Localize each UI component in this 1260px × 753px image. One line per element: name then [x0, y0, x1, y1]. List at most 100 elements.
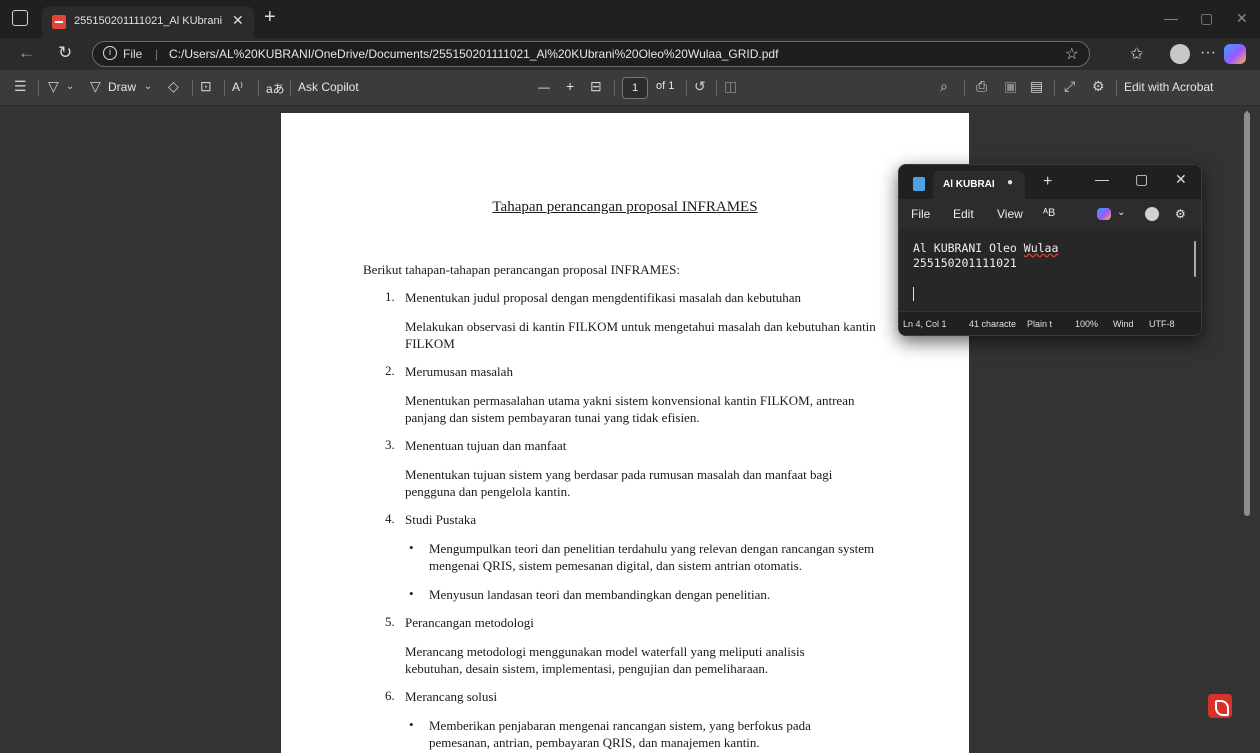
- notepad-text-editor[interactable]: Al KUBRANI Oleo Wulaa 255150201111021: [899, 229, 1201, 311]
- step-title: Merancang solusi: [405, 689, 498, 704]
- refresh-icon[interactable]: ↻: [58, 43, 72, 63]
- favorites-icon[interactable]: ✩: [1130, 44, 1143, 64]
- step-body: Merancang metodologi menggunakan model w…: [405, 644, 805, 676]
- step-title: Studi Pustaka: [405, 512, 477, 527]
- browser-tab-active[interactable]: 255150201111021_Al KUbrani Ole ✕: [42, 6, 254, 38]
- chevron-down-icon[interactable]: ⌄: [1117, 207, 1125, 218]
- contents-icon[interactable]: ☰: [14, 78, 27, 95]
- bullet-marker: •: [409, 540, 414, 555]
- toolbar-divider: [192, 80, 193, 96]
- pdf-file-icon: [52, 15, 66, 29]
- menu-view[interactable]: View: [997, 207, 1023, 221]
- close-window-button[interactable]: ✕: [1236, 10, 1248, 27]
- notepad-settings-gear-icon[interactable]: ⚙: [1175, 207, 1186, 221]
- translate-icon[interactable]: aあ: [266, 80, 285, 97]
- notepad-window[interactable]: Al KUBRAI ● + — ▢ ✕ File Edit View ᴬB ⌄ …: [898, 164, 1202, 336]
- cursor-position: Ln 4, Col 1: [903, 319, 947, 329]
- page-total-label: of 1: [656, 80, 675, 92]
- read-aloud-button[interactable]: A⁾: [232, 80, 243, 94]
- erase-icon[interactable]: ◇: [168, 78, 179, 95]
- bullet-marker: •: [409, 717, 414, 732]
- draw-button[interactable]: Draw: [108, 80, 136, 94]
- draw-icon[interactable]: ▽: [90, 78, 101, 95]
- step-number: 3.: [385, 437, 395, 452]
- tab-actions-icon[interactable]: [12, 10, 28, 26]
- toolbar-divider: [258, 80, 259, 96]
- toolbar-divider: [1116, 80, 1117, 96]
- step-title: Menentukan judul proposal dengan mengden…: [405, 290, 802, 305]
- toolbar-divider: [716, 80, 717, 96]
- maximize-window-button[interactable]: ▢: [1200, 10, 1213, 27]
- text-format-label: Plain t: [1027, 319, 1053, 329]
- close-tab-icon[interactable]: ✕: [232, 12, 244, 29]
- step-number: 1.: [385, 289, 395, 304]
- notepad-new-tab-button[interactable]: +: [1043, 173, 1052, 191]
- spellcheck-word: Wulaa: [1023, 241, 1059, 255]
- toolbar-divider: [614, 80, 615, 96]
- zoom-level[interactable]: 100%: [1075, 319, 1098, 329]
- url-text[interactable]: C:/Users/AL%20KUBRANI/OneDrive/Documents…: [169, 47, 778, 61]
- vertical-scrollbar[interactable]: [1244, 112, 1250, 516]
- copilot-icon[interactable]: [1224, 44, 1246, 64]
- ask-copilot-button[interactable]: Ask Copilot: [298, 80, 359, 94]
- url-separator: |: [155, 47, 159, 61]
- step-body: Melakukan observasi di kantin FILKOM unt…: [405, 319, 876, 351]
- rotate-icon[interactable]: ↺: [694, 78, 706, 95]
- step-body: Menentukan permasalahan utama yakni sist…: [405, 393, 855, 425]
- page-view-icon[interactable]: ◫: [724, 78, 737, 95]
- menu-edit[interactable]: Edit: [953, 207, 974, 221]
- adobe-acrobat-icon[interactable]: [1208, 694, 1232, 718]
- notepad-maximize-button[interactable]: ▢: [1135, 171, 1148, 188]
- toolbar-divider: [224, 80, 225, 96]
- address-bar[interactable]: i File | C:/Users/AL%20KUBRANI/OneDrive/…: [92, 41, 1090, 67]
- document-intro: Berikut tahapan-tahapan perancangan prop…: [363, 262, 680, 277]
- editor-line-2: 255150201111021: [913, 256, 1017, 270]
- print-icon[interactable]: ⎙: [976, 78, 987, 95]
- toolbar-divider: [964, 80, 965, 96]
- chevron-down-icon[interactable]: ⌄: [144, 81, 152, 92]
- editor-scrollbar[interactable]: [1194, 241, 1196, 277]
- notepad-close-button[interactable]: ✕: [1175, 171, 1187, 188]
- save-icon[interactable]: ▣: [1004, 78, 1017, 95]
- minimize-window-button[interactable]: —: [1164, 10, 1178, 26]
- site-info-icon[interactable]: i: [103, 46, 117, 60]
- zoom-out-button[interactable]: —: [538, 80, 550, 94]
- toolbar-divider: [1054, 80, 1055, 96]
- settings-gear-icon[interactable]: ⚙: [1092, 78, 1105, 95]
- toolbar-divider: [38, 80, 39, 96]
- search-icon[interactable]: ⌕: [940, 78, 948, 95]
- page-number-input[interactable]: 1: [622, 77, 648, 99]
- step-title: Menentuan tujuan dan manfaat: [405, 438, 567, 453]
- step-number: 4.: [385, 511, 395, 526]
- zoom-in-button[interactable]: +: [566, 78, 574, 94]
- step-title: Perancangan metodologi: [405, 615, 534, 630]
- chevron-down-icon[interactable]: ⌄: [66, 81, 74, 92]
- notepad-copilot-icon[interactable]: [1097, 208, 1111, 220]
- notepad-tab[interactable]: Al KUBRAI ●: [933, 171, 1025, 199]
- notepad-app-icon: [913, 177, 925, 191]
- favorite-star-icon[interactable]: ☆: [1065, 44, 1079, 64]
- bullet-text: Mengumpulkan teori dan penelitian terdah…: [429, 541, 875, 573]
- back-arrow-icon[interactable]: ←: [18, 43, 35, 63]
- bullet-text: Memberikan penjabaran mengenai rancangan…: [429, 718, 811, 750]
- highlight-icon[interactable]: ▽: [48, 78, 59, 95]
- save-as-icon[interactable]: ▤: [1030, 78, 1043, 95]
- notepad-minimize-button[interactable]: —: [1095, 171, 1109, 187]
- profile-avatar[interactable]: [1170, 44, 1190, 64]
- notepad-tab-title: Al KUBRAI: [943, 179, 995, 190]
- unsaved-dot-icon[interactable]: ●: [1007, 177, 1013, 188]
- pdf-page: Tahapan perancangan proposal INFRAMES Be…: [281, 113, 969, 753]
- text-format-icon[interactable]: ᴬB: [1043, 207, 1055, 219]
- address-bar-row: ← ↻ i File | C:/Users/AL%20KUBRANI/OneDr…: [0, 38, 1260, 70]
- toolbar-divider: [290, 80, 291, 96]
- step-number: 5.: [385, 614, 395, 629]
- edit-with-acrobat-button[interactable]: Edit with Acrobat: [1124, 80, 1213, 94]
- fullscreen-icon[interactable]: ⤢: [1064, 78, 1075, 95]
- more-options-icon[interactable]: ···: [1200, 44, 1216, 62]
- menu-file[interactable]: File: [911, 207, 930, 221]
- account-avatar-icon[interactable]: [1145, 207, 1159, 221]
- new-tab-button[interactable]: +: [264, 6, 276, 29]
- text-box-icon[interactable]: ⊡: [200, 78, 212, 95]
- step-number: 2.: [385, 363, 395, 378]
- fit-page-icon[interactable]: ⊟: [590, 78, 602, 95]
